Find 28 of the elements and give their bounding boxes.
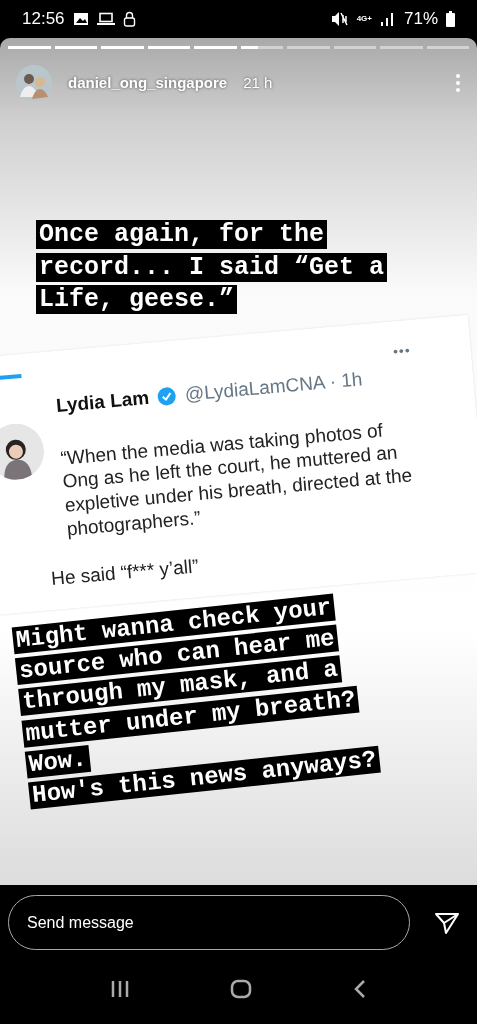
progress-segment	[8, 46, 51, 49]
progress-segment	[194, 46, 237, 49]
network-label: 4G+	[356, 13, 372, 25]
progress-segment	[240, 46, 283, 49]
recent-apps-icon[interactable]	[110, 980, 131, 998]
send-icon[interactable]	[434, 910, 460, 935]
back-icon[interactable]	[352, 979, 367, 999]
clock-time: 12:56	[22, 8, 65, 31]
progress-segment	[101, 46, 144, 49]
laptop-icon	[96, 12, 115, 26]
post-age: 21 h	[243, 72, 273, 93]
battery-percent: 71%	[403, 8, 438, 31]
image-icon	[72, 12, 89, 26]
message-field[interactable]: Send message	[8, 895, 410, 950]
tweet-text: “When the media was taking photos of Ong as he left the court, he muttered an expletive under his breath, directed at the photographers.”	[59, 417, 414, 541]
lock-icon	[122, 11, 136, 27]
mute-icon	[330, 11, 349, 27]
home-icon[interactable]	[230, 979, 253, 999]
avatar[interactable]	[16, 65, 52, 101]
battery-icon	[446, 11, 455, 27]
author-name[interactable]: Lydia Lam	[54, 383, 151, 420]
author-handle[interactable]: @LydiaLamCNA · 1h	[183, 364, 364, 409]
caption-text: Once again, for the record... I said “Get a Life, geese.”	[36, 219, 388, 317]
progress-segment	[54, 46, 97, 49]
progress-segment	[147, 46, 190, 49]
tweet-reply: He said “f*** y’all”	[50, 553, 201, 590]
signal-icon	[379, 12, 396, 26]
more-dots[interactable]: •••	[392, 339, 412, 362]
